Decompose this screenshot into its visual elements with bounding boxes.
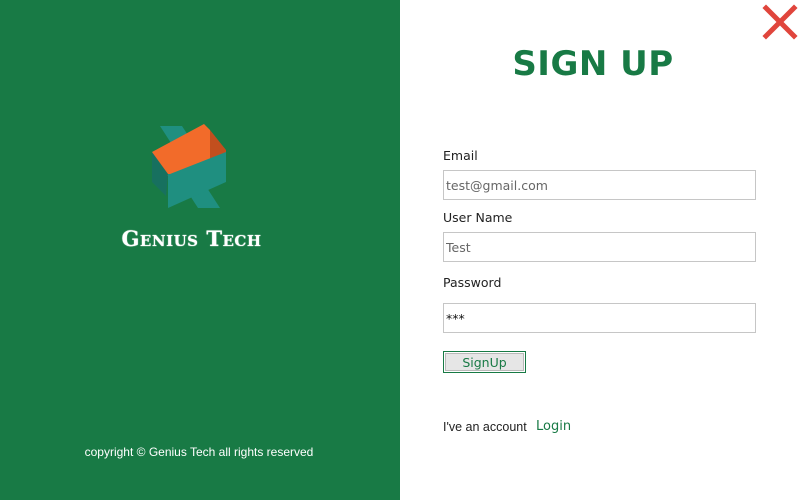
page-title: SIGN UP (512, 44, 674, 84)
brand-name: Genius Tech (121, 226, 262, 251)
username-label: User Name (443, 210, 513, 225)
password-label: Password (443, 275, 502, 290)
login-link[interactable]: Login (536, 419, 571, 434)
password-field[interactable] (443, 303, 756, 333)
close-icon[interactable] (762, 4, 798, 40)
account-prompt: I've an account (443, 420, 527, 434)
copyright-text: copyright © Genius Tech all rights reser… (84, 445, 314, 459)
email-field[interactable] (443, 170, 756, 200)
username-field[interactable] (443, 232, 756, 262)
email-label: Email (443, 148, 478, 163)
brand-panel: Genius Tech copyright © Genius Tech all … (0, 0, 400, 500)
signup-button[interactable]: SignUp (443, 351, 526, 373)
genius-tech-logo-icon (152, 124, 226, 208)
